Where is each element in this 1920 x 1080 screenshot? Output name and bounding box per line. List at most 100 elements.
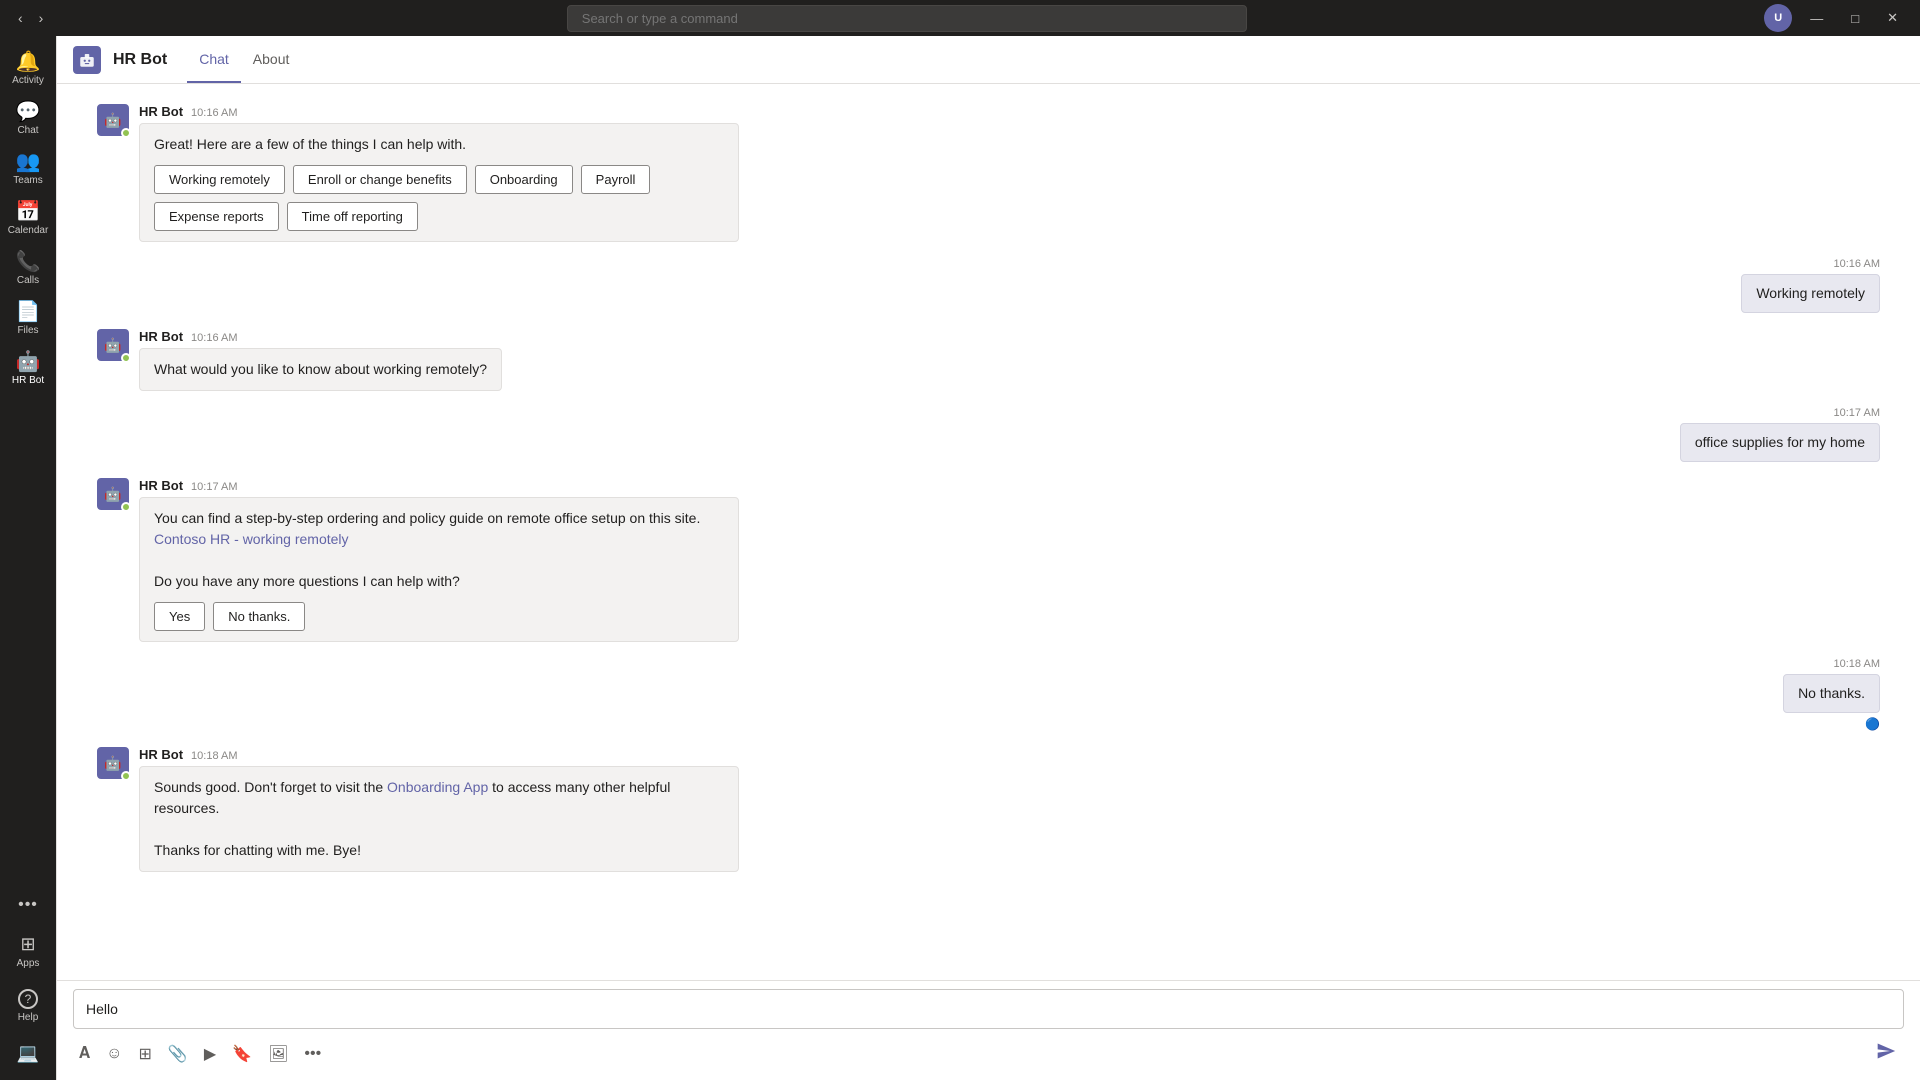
message-text-3: What would you like to know about workin… (154, 361, 487, 377)
message-content-2: 10:16 AM Working remotely (1741, 258, 1880, 313)
message-time-6: 10:18 AM (1834, 658, 1880, 670)
minimize-button[interactable]: — (1800, 7, 1833, 30)
panel-title: HR Bot (113, 51, 167, 69)
btn-payroll[interactable]: Payroll (581, 165, 651, 194)
sidebar-item-chat[interactable]: 💬 Chat (0, 94, 56, 144)
bot-avatar-7: 🤖 (97, 747, 129, 779)
calendar-icon: 📅 (16, 202, 41, 222)
files-icon: 📄 (16, 302, 41, 322)
help-icon: ? (18, 989, 38, 1009)
sidebar-label-files: Files (17, 325, 38, 336)
title-bar: ‹ › U — □ ✕ (0, 0, 1920, 36)
message-text-1: Great! Here are a few of the things I ca… (154, 136, 466, 152)
emoji-button[interactable]: ☺ (100, 1041, 128, 1067)
image-button[interactable]: 🖼 (262, 1040, 294, 1068)
sidebar-label-chat: Chat (17, 125, 38, 136)
message-time-1: 10:16 AM (191, 107, 237, 119)
message-bubble-3: What would you like to know about workin… (139, 348, 502, 391)
message-sender-3: HR Bot (139, 329, 183, 344)
btn-yes[interactable]: Yes (154, 602, 205, 631)
message-content-6: 10:18 AM No thanks. 🔵 (1783, 658, 1880, 731)
search-bar[interactable] (567, 5, 1247, 32)
sidebar-label-help: Help (18, 1012, 39, 1023)
more-icon: ••• (18, 896, 38, 914)
device-icon: 💻 (17, 1043, 39, 1064)
sidebar-item-apps[interactable]: ⊞ Apps (0, 926, 56, 977)
sidebar-item-device[interactable]: 💻 (0, 1035, 56, 1072)
message-content-7: HR Bot 10:18 AM Sounds good. Don't forge… (139, 747, 739, 872)
sidebar-item-files[interactable]: 📄 Files (0, 294, 56, 344)
sidebar-label-calendar: Calendar (8, 225, 49, 236)
nav-buttons: ‹ › (12, 6, 49, 30)
teams-icon: 👥 (16, 152, 41, 172)
forward-button[interactable]: › (33, 6, 50, 30)
activity-icon: 🔔 (16, 52, 41, 72)
reaction-area-6: 🔵 (1783, 717, 1880, 731)
message-text-7c: Thanks for chatting with me. Bye! (154, 842, 361, 858)
send-button[interactable] (1868, 1037, 1904, 1070)
back-button[interactable]: ‹ (12, 6, 29, 30)
onboarding-app-link[interactable]: Onboarding App (387, 779, 488, 795)
message-row-2: 10:16 AM Working remotely (97, 258, 1880, 313)
message-text-5a: You can find a step-by-step ordering and… (154, 510, 700, 526)
praise-button[interactable]: 🔖 (226, 1040, 258, 1068)
hrbot-panel: HR Bot Chat About 🤖 HR Bot 10:16 AM (56, 36, 1920, 1080)
format-button[interactable]: 𝐀 (73, 1041, 96, 1067)
message-meta-4: 10:17 AM (1680, 407, 1880, 419)
message-row-1: 🤖 HR Bot 10:16 AM Great! Here are a few … (97, 104, 1880, 242)
btn-working-remotely[interactable]: Working remotely (154, 165, 285, 194)
btn-onboarding[interactable]: Onboarding (475, 165, 573, 194)
message-time-3: 10:16 AM (191, 332, 237, 344)
message-text-5b: Do you have any more questions I can hel… (154, 573, 460, 589)
message-bubble-7: Sounds good. Don't forget to visit the O… (139, 766, 739, 872)
sidebar-item-help[interactable]: ? Help (0, 981, 56, 1031)
message-text-6: No thanks. (1798, 685, 1865, 701)
chat-area: 🤖 HR Bot 10:16 AM Great! Here are a few … (57, 84, 1920, 980)
message-meta-2: 10:16 AM (1741, 258, 1880, 270)
sidebar-label-teams: Teams (13, 175, 42, 186)
message-input[interactable] (73, 989, 1904, 1029)
message-bubble-1: Great! Here are a few of the things I ca… (139, 123, 739, 242)
message-bubble-2: Working remotely (1741, 274, 1880, 313)
btn-expense-reports[interactable]: Expense reports (154, 202, 279, 231)
sticker-button[interactable]: ⊞ (133, 1040, 158, 1068)
sidebar-item-more[interactable]: ••• (0, 888, 56, 922)
more-options-button[interactable]: ••• (298, 1041, 327, 1067)
contoso-hr-link[interactable]: Contoso HR - working remotely (154, 531, 349, 547)
bot-status-dot-7 (121, 771, 131, 781)
message-row-6: 10:18 AM No thanks. 🔵 (97, 658, 1880, 731)
sidebar: 🔔 Activity 💬 Chat 👥 Teams 📅 Calendar 📞 C… (0, 36, 56, 1080)
reaction-icon-6: 🔵 (1865, 717, 1880, 731)
message-row-5: 🤖 HR Bot 10:17 AM You can find a step-by… (97, 478, 1880, 642)
message-meta-6: 10:18 AM (1783, 658, 1880, 670)
message-content-4: 10:17 AM office supplies for my home (1680, 407, 1880, 462)
message-content-1: HR Bot 10:16 AM Great! Here are a few of… (139, 104, 739, 242)
sidebar-item-activity[interactable]: 🔔 Activity (0, 44, 56, 94)
close-button[interactable]: ✕ (1877, 6, 1908, 30)
sidebar-item-teams[interactable]: 👥 Teams (0, 144, 56, 194)
message-time-7: 10:18 AM (191, 750, 237, 762)
meet-now-button[interactable]: ▶ (198, 1040, 222, 1068)
search-input[interactable] (567, 5, 1247, 32)
sidebar-item-calendar[interactable]: 📅 Calendar (0, 194, 56, 244)
message-meta-1: HR Bot 10:16 AM (139, 104, 739, 119)
sidebar-item-calls[interactable]: 📞 Calls (0, 244, 56, 294)
giphy-button[interactable]: 📎 (162, 1040, 194, 1068)
maximize-button[interactable]: □ (1841, 7, 1869, 30)
sidebar-item-hrbot[interactable]: 🤖 HR Bot (0, 344, 56, 394)
btn-time-off[interactable]: Time off reporting (287, 202, 418, 231)
message-text-2: Working remotely (1756, 285, 1865, 301)
tab-about[interactable]: About (241, 37, 302, 83)
message-sender-1: HR Bot (139, 104, 183, 119)
message-bubble-4: office supplies for my home (1680, 423, 1880, 462)
btn-enroll-benefits[interactable]: Enroll or change benefits (293, 165, 467, 194)
btn-no-thanks[interactable]: No thanks. (213, 602, 305, 631)
hrbot-icon: 🤖 (16, 352, 41, 372)
avatar[interactable]: U (1764, 4, 1792, 32)
panel-header: HR Bot Chat About (57, 36, 1920, 84)
message-bubble-5: You can find a step-by-step ordering and… (139, 497, 739, 642)
message-time-2: 10:16 AM (1834, 258, 1880, 270)
bot-status-dot-3 (121, 353, 131, 363)
tab-chat[interactable]: Chat (187, 37, 241, 83)
message-row-3: 🤖 HR Bot 10:16 AM What would you like to… (97, 329, 1880, 391)
